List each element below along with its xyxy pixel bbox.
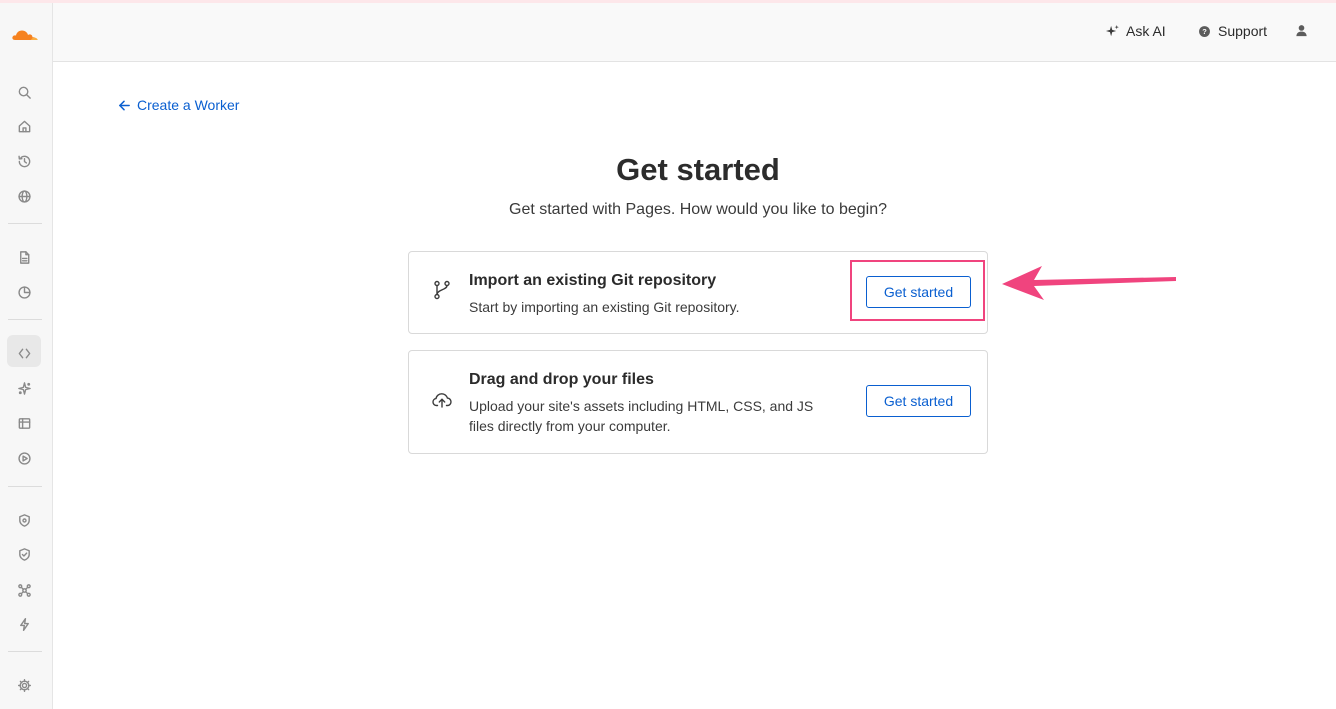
user-icon: [1296, 25, 1307, 37]
top-header: Ask AI ? Support: [53, 3, 1336, 62]
globe-icon[interactable]: [14, 186, 34, 206]
help-icon: ?: [1199, 25, 1210, 37]
cloudflare-logo[interactable]: [9, 23, 41, 45]
annotation-arrow: [1002, 266, 1176, 300]
shield-icon[interactable]: [14, 510, 34, 530]
svg-text:?: ?: [1202, 27, 1207, 36]
support-label: Support: [1218, 23, 1268, 39]
cloud-upload-icon: [429, 387, 455, 413]
ask-ai-label: Ask AI: [1126, 23, 1166, 39]
code-icon[interactable]: [14, 343, 34, 363]
document-icon[interactable]: [14, 247, 34, 267]
git-branch-icon: [429, 277, 455, 303]
sidebar-separator: [8, 651, 42, 652]
shield-check-icon[interactable]: [14, 544, 34, 564]
sparkle-icon: [1105, 24, 1119, 36]
sidebar-separator: [8, 319, 42, 320]
home-icon[interactable]: [14, 116, 34, 136]
drag-drop-card: Drag and drop your files Upload your sit…: [408, 350, 988, 454]
card-title: Drag and drop your files: [469, 371, 654, 388]
network-icon[interactable]: [14, 580, 34, 600]
ask-ai-button[interactable]: Ask AI: [1105, 23, 1166, 39]
sidebar-separator: [8, 486, 42, 487]
ai-icon[interactable]: [14, 378, 34, 398]
page-subtitle: Get started with Pages. How would you li…: [509, 201, 887, 218]
support-button[interactable]: ? Support: [1197, 23, 1267, 39]
sidebar-separator: [8, 223, 42, 224]
back-link-create-worker[interactable]: Create a Worker: [118, 97, 239, 113]
chart-icon[interactable]: [14, 282, 34, 302]
user-menu-button[interactable]: [1294, 23, 1309, 38]
sidebar: [0, 3, 53, 709]
drag-drop-get-started-button[interactable]: Get started: [866, 385, 971, 417]
back-link-label: Create a Worker: [137, 97, 240, 113]
arrow-left-icon: [119, 100, 130, 110]
page-title: Get started: [616, 152, 780, 187]
history-icon[interactable]: [14, 151, 34, 171]
search-icon[interactable]: [14, 82, 34, 102]
storage-icon[interactable]: [14, 413, 34, 433]
lightning-icon[interactable]: [14, 614, 34, 634]
card-description-line1: Upload your site's assets including HTML…: [469, 398, 814, 414]
card-title: Import an existing Git repository: [469, 272, 717, 289]
card-description: Start by importing an existing Git repos…: [469, 299, 740, 315]
gear-icon[interactable]: [14, 675, 34, 695]
card-description-line2: files directly from your computer.: [469, 418, 671, 434]
annotation-highlight-box: [850, 260, 985, 321]
play-icon[interactable]: [14, 448, 34, 468]
